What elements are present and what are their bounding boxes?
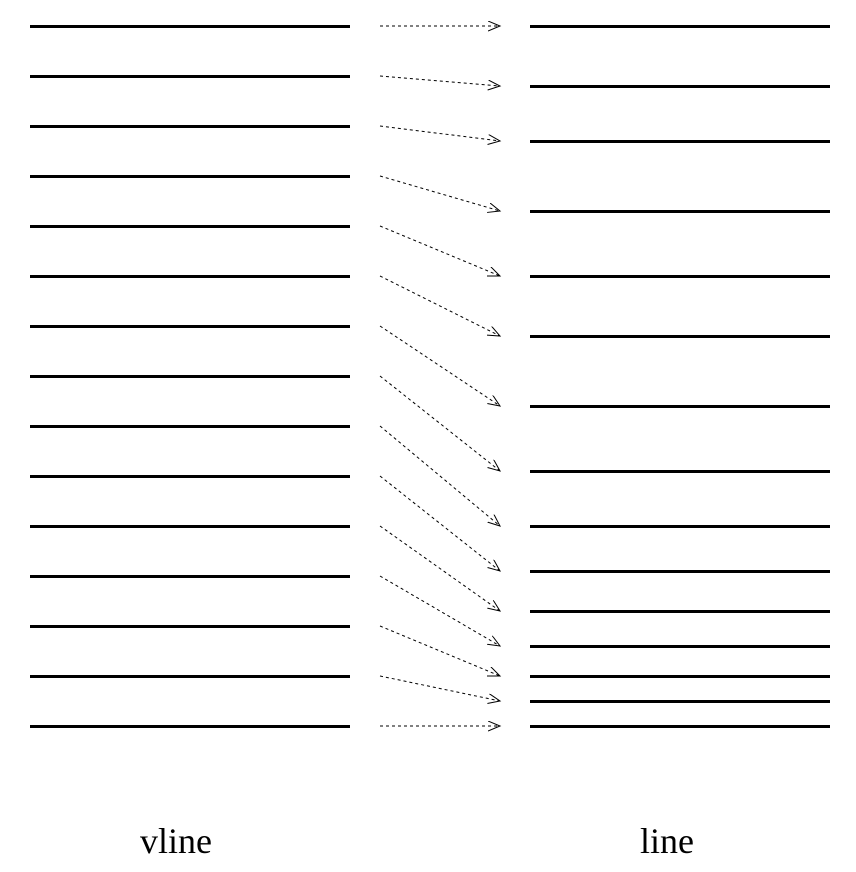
mapping-arrow [380,76,500,86]
line-item [530,725,830,728]
vline-item [30,475,350,478]
mapping-arrow [380,576,500,646]
vline-item [30,675,350,678]
mapping-arrow [380,126,500,141]
line-item [530,700,830,703]
mapping-arrow [380,426,500,526]
mapping-arrow [380,276,500,336]
vline-item [30,225,350,228]
mapping-arrow [380,526,500,611]
mapping-arrow [380,326,500,406]
line-item [530,275,830,278]
line-item [530,470,830,473]
line-item [530,405,830,408]
line-item [530,140,830,143]
line-item [530,610,830,613]
line-item [530,210,830,213]
line-item [530,25,830,28]
vline-item [30,575,350,578]
line-item [530,645,830,648]
mapping-arrow [380,626,500,676]
mapping-diagram: vline line [0,0,856,872]
vline-item [30,525,350,528]
vline-item [30,125,350,128]
line-item [530,675,830,678]
line-label: line [640,820,694,862]
vline-item [30,725,350,728]
line-item [530,335,830,338]
vline-item [30,375,350,378]
vline-item [30,75,350,78]
line-item [530,525,830,528]
vline-item [30,275,350,278]
mapping-arrow [380,226,500,276]
vline-item [30,625,350,628]
line-item [530,85,830,88]
vline-item [30,325,350,328]
vline-item [30,425,350,428]
mapping-arrow [380,376,500,471]
vline-label: vline [140,820,212,862]
mapping-arrow [380,476,500,571]
vline-item [30,25,350,28]
mapping-arrow [380,176,500,211]
vline-item [30,175,350,178]
mapping-arrow [380,676,500,701]
arrow-layer [0,0,856,872]
line-item [530,570,830,573]
